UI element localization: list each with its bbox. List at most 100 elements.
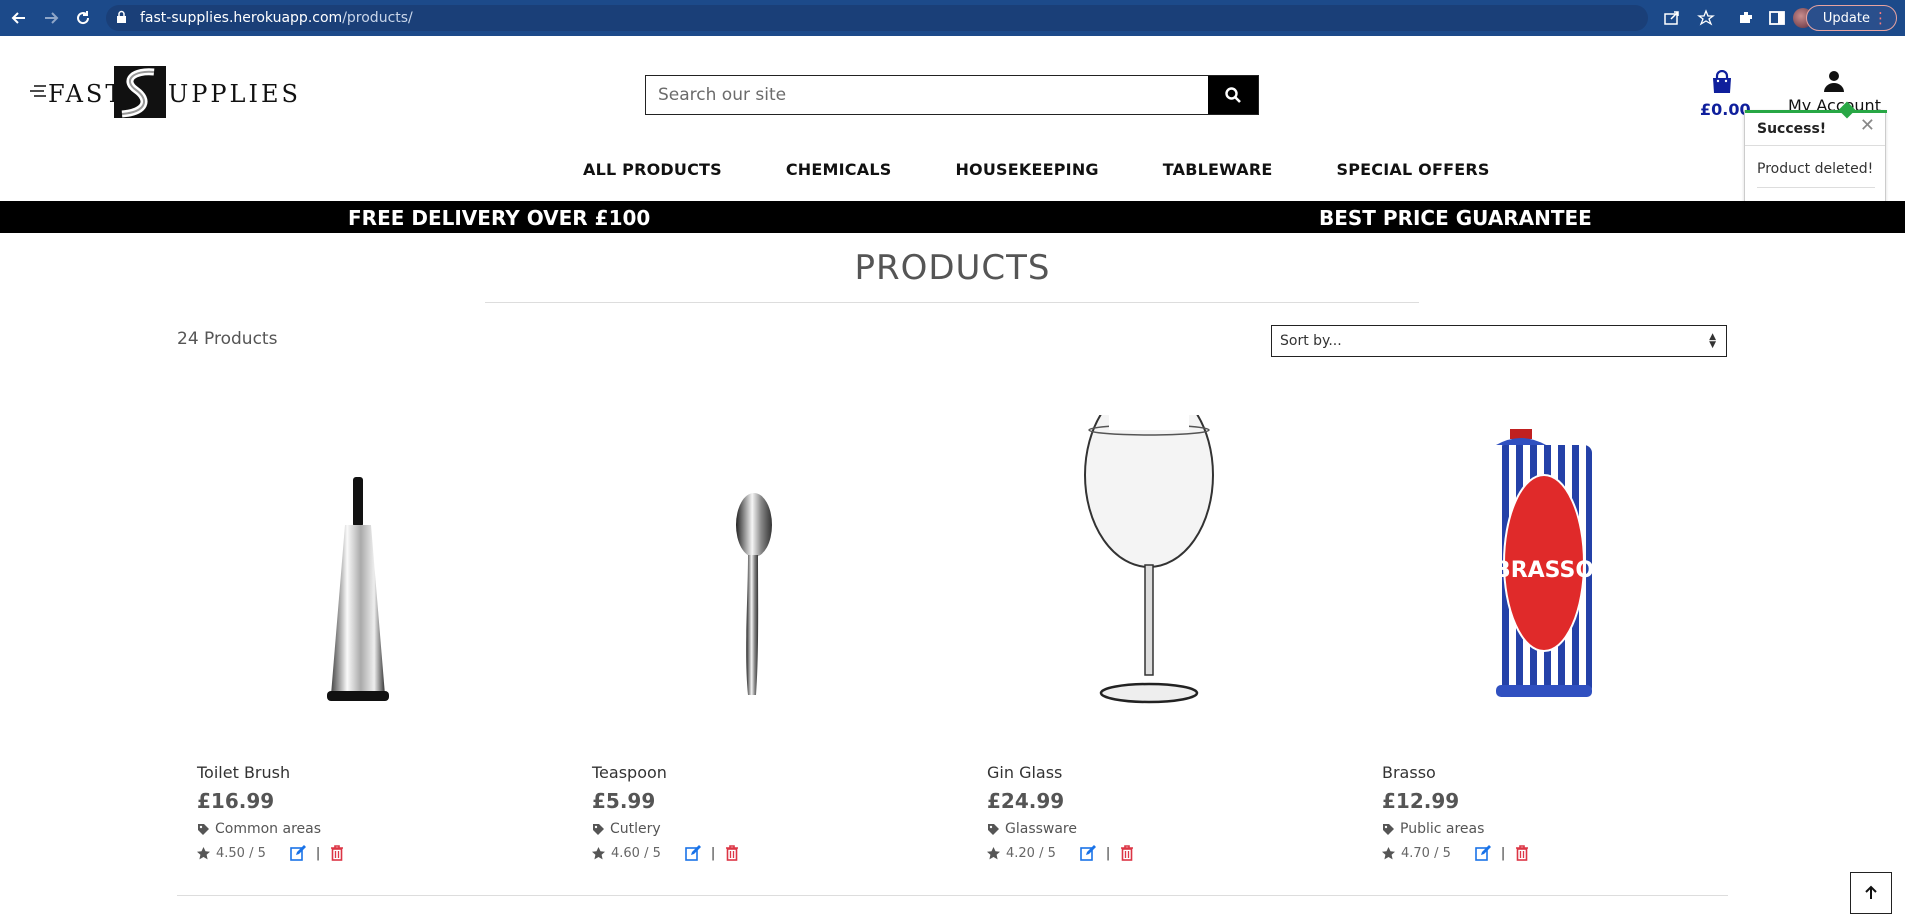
product-price: £12.99	[1382, 789, 1460, 813]
back-arrow-icon[interactable]	[10, 9, 28, 27]
main-nav: ALL PRODUCTS CHEMICALS HOUSEKEEPING TABL…	[583, 160, 1554, 179]
star-icon	[197, 846, 210, 859]
gin-glass-image[interactable]	[967, 415, 1327, 715]
update-button[interactable]: Update	[1805, 5, 1897, 31]
product-price: £16.99	[197, 789, 275, 813]
delete-trash-icon[interactable]	[330, 845, 344, 861]
product-category[interactable]: Glassware	[987, 821, 1077, 837]
product-category[interactable]: Cutlery	[592, 821, 661, 837]
product-name[interactable]: Brasso	[1382, 763, 1436, 782]
rating-value: 4.60 / 5	[611, 845, 661, 861]
product-name[interactable]: Teaspoon	[592, 763, 667, 782]
nav-housekeeping[interactable]: HOUSEKEEPING	[955, 160, 1098, 179]
action-separator: |	[710, 845, 716, 861]
product-category[interactable]: Common areas	[197, 821, 321, 837]
star-icon	[987, 846, 1000, 859]
rating-value: 4.20 / 5	[1006, 845, 1056, 861]
rating-value: 4.50 / 5	[216, 845, 266, 861]
edit-icon[interactable]	[1475, 845, 1491, 861]
delete-trash-icon[interactable]	[1120, 845, 1134, 861]
product-name[interactable]: Toilet Brush	[197, 763, 290, 782]
tag-icon	[1383, 823, 1394, 835]
product-rating-row: 4.70 / 5 |	[1382, 845, 1529, 861]
product-rating-row: 4.50 / 5 |	[197, 845, 344, 861]
toast-divider	[1745, 145, 1885, 146]
search-input[interactable]	[646, 76, 1208, 114]
address-bar[interactable]: fast-supplies.herokuapp.com/products/	[106, 5, 1648, 31]
shopping-bag-link[interactable]: £0.00	[1700, 69, 1751, 119]
star-icon	[1382, 846, 1395, 859]
edit-icon[interactable]	[1080, 845, 1096, 861]
site-logo[interactable]: FAST UPPLIES	[30, 66, 298, 118]
nav-special-offers[interactable]: SPECIAL OFFERS	[1337, 160, 1490, 179]
user-icon	[1824, 71, 1845, 92]
search-icon	[1225, 87, 1241, 103]
toast-message: Product deleted!	[1757, 161, 1874, 177]
nav-chemicals[interactable]: CHEMICALS	[786, 160, 892, 179]
toast-close-icon[interactable]: ✕	[1860, 115, 1875, 136]
search-button[interactable]	[1208, 76, 1258, 114]
share-icon[interactable]	[1663, 9, 1681, 27]
products-divider	[177, 895, 1728, 896]
product-rating-row: 4.20 / 5 |	[987, 845, 1134, 861]
category-label: Common areas	[215, 821, 322, 837]
sort-select[interactable]: Sort by... ▲ ▼	[1271, 325, 1727, 357]
banner-best-price: BEST PRICE GUARANTEE	[1319, 206, 1592, 230]
extensions-puzzle-icon[interactable]	[1737, 9, 1755, 27]
product-count: 24 Products	[177, 329, 278, 349]
logo-text-left: FAST	[48, 80, 125, 108]
product-card: Toilet Brush £16.99 Common areas 4.50 / …	[177, 415, 537, 875]
logo-speed-lines-icon	[30, 85, 46, 97]
side-panel-icon[interactable]	[1768, 9, 1786, 27]
product-price: £24.99	[987, 789, 1065, 813]
brasso-tin-image[interactable]: BRASSO	[1362, 415, 1722, 715]
toast-title: Success!	[1757, 121, 1827, 137]
tag-icon	[593, 823, 604, 835]
svg-text:BRASSO: BRASSO	[1494, 558, 1594, 583]
product-card: Teaspoon £5.99 Cutlery 4.60 / 5 |	[572, 415, 932, 875]
toast-accent-bar	[1745, 110, 1887, 113]
teaspoon-image[interactable]	[572, 415, 932, 715]
delete-trash-icon[interactable]	[725, 845, 739, 861]
edit-icon[interactable]	[685, 845, 701, 861]
nav-all-products[interactable]: ALL PRODUCTS	[583, 160, 722, 179]
tag-icon	[988, 823, 999, 835]
success-toast: Success! ✕ Product deleted!	[1744, 101, 1887, 214]
delete-trash-icon[interactable]	[1515, 845, 1529, 861]
product-card: BRASSO Brasso £12.99 Public areas 4.70 /…	[1362, 415, 1722, 875]
edit-icon[interactable]	[290, 845, 306, 861]
bag-total: £0.00	[1700, 100, 1751, 119]
logo-s-mark-icon	[114, 66, 166, 118]
toilet-brush-image[interactable]	[177, 415, 537, 715]
logo-text-right: UPPLIES	[168, 80, 301, 108]
category-label: Glassware	[1005, 821, 1077, 837]
forward-arrow-icon[interactable]	[42, 9, 60, 27]
url-host: fast-supplies.herokuapp.com	[140, 10, 343, 26]
title-divider	[485, 302, 1419, 303]
star-icon	[592, 846, 605, 859]
product-category[interactable]: Public areas	[1382, 821, 1484, 837]
my-account-link[interactable]: My Account	[1788, 70, 1881, 115]
nav-tableware[interactable]: TABLEWARE	[1163, 160, 1273, 179]
reload-icon[interactable]	[74, 9, 92, 27]
tag-icon	[198, 823, 209, 835]
browser-toolbar: fast-supplies.herokuapp.com/products/ Up…	[0, 0, 1905, 36]
product-price: £5.99	[592, 789, 656, 813]
sort-selected-value: Sort by...	[1280, 333, 1342, 349]
product-rating-row: 4.60 / 5 |	[592, 845, 739, 861]
back-to-top-button[interactable]	[1850, 872, 1892, 914]
page-title: PRODUCTS	[854, 248, 1051, 288]
action-separator: |	[1105, 845, 1111, 861]
product-card: Gin Glass £24.99 Glassware 4.20 / 5 |	[967, 415, 1327, 875]
promo-banner: FREE DELIVERY OVER £100 BEST PRICE GUARA…	[0, 201, 1905, 233]
shopping-bag-icon	[1713, 69, 1731, 93]
action-separator: |	[315, 845, 321, 861]
bookmark-star-icon[interactable]	[1697, 9, 1715, 27]
banner-free-delivery: FREE DELIVERY OVER £100	[348, 206, 651, 230]
product-name[interactable]: Gin Glass	[987, 763, 1062, 782]
category-label: Public areas	[1400, 821, 1485, 837]
arrow-up-icon	[1865, 885, 1877, 899]
toast-divider-bottom	[1757, 187, 1875, 188]
action-separator: |	[1500, 845, 1506, 861]
select-arrows-icon: ▲ ▼	[1709, 332, 1716, 350]
